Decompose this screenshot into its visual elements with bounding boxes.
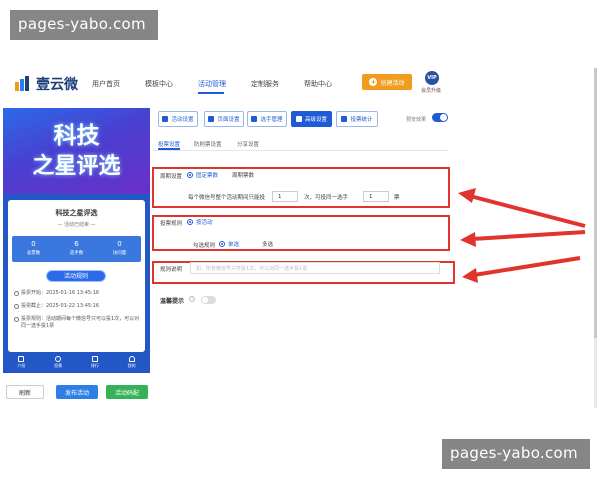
annotation-arrows [458, 188, 586, 283]
page: 壹云微 用户首页 模板中心 活动管理 定制服务 帮助中心 + 创建活动 VIP … [0, 0, 600, 480]
watermark-top: pages-yabo.com [10, 10, 158, 40]
page-scrollbar[interactable] [594, 68, 597, 408]
arrow-vote-rule [460, 230, 586, 247]
watermark-bottom: pages-yabo.com [442, 439, 590, 469]
arrow-rule-desc [462, 256, 581, 283]
scrollbar-thumb[interactable] [594, 68, 597, 338]
arrow-cycle [458, 188, 586, 228]
